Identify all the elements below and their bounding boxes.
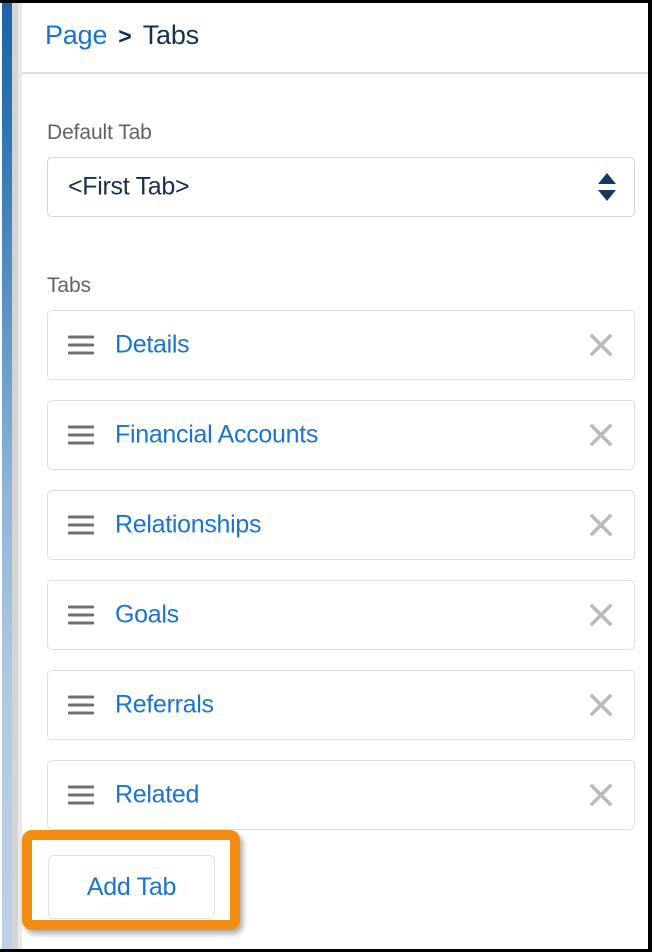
triangle-up-icon[interactable] [598,173,616,184]
close-icon[interactable] [584,328,618,362]
tab-item-label[interactable]: Details [115,331,190,360]
breadcrumb-separator-icon: > [118,23,132,49]
window-border-right [648,0,652,952]
close-icon[interactable] [584,778,618,812]
table-row[interactable]: Relationships [47,490,635,560]
drag-handle-icon[interactable] [68,425,94,445]
default-tab-spinner[interactable] [598,173,616,201]
window-border-top [0,0,652,3]
default-tab-field: Default Tab <First Tab> [47,121,635,217]
panel-content: Default Tab <First Tab> Tabs Details Fin… [22,74,648,950]
table-row[interactable]: Goals [47,580,635,650]
close-icon[interactable] [584,418,618,452]
add-tab-button[interactable]: Add Tab [48,855,215,919]
breadcrumb: Page > Tabs [45,20,199,51]
tab-item-label[interactable]: Relationships [115,511,261,540]
breadcrumb-current-tabs: Tabs [142,20,199,50]
default-tab-value: <First Tab> [68,172,190,201]
breadcrumb-link-page[interactable]: Page [45,20,107,51]
table-row[interactable]: Details [47,310,635,380]
drag-handle-icon[interactable] [68,785,94,805]
table-row[interactable]: Financial Accounts [47,400,635,470]
default-tab-combobox[interactable]: <First Tab> [47,157,635,217]
drag-handle-icon[interactable] [68,335,94,355]
panel-header: Page > Tabs [22,3,648,72]
tabs-list-section: Tabs Details Financial Accounts Relation… [47,274,635,850]
tabs-settings-panel: Page > Tabs Default Tab <First Tab> Tabs… [22,3,648,950]
tab-item-label[interactable]: Referrals [115,691,214,720]
tab-item-label[interactable]: Related [115,781,199,810]
table-row[interactable]: Referrals [47,670,635,740]
default-tab-label: Default Tab [47,121,152,144]
close-icon[interactable] [584,688,618,722]
close-icon[interactable] [584,598,618,632]
drag-handle-icon[interactable] [68,605,94,625]
app-window: Page > Tabs Default Tab <First Tab> Tabs… [0,0,652,952]
global-nav-rail[interactable] [2,3,12,950]
close-icon[interactable] [584,508,618,542]
tabs-list-label: Tabs [47,274,91,297]
tab-item-label[interactable]: Goals [115,601,179,630]
triangle-down-icon[interactable] [598,190,616,201]
drag-handle-icon[interactable] [68,515,94,535]
drag-handle-icon[interactable] [68,695,94,715]
tab-item-label[interactable]: Financial Accounts [115,421,318,450]
table-row[interactable]: Related [47,760,635,830]
